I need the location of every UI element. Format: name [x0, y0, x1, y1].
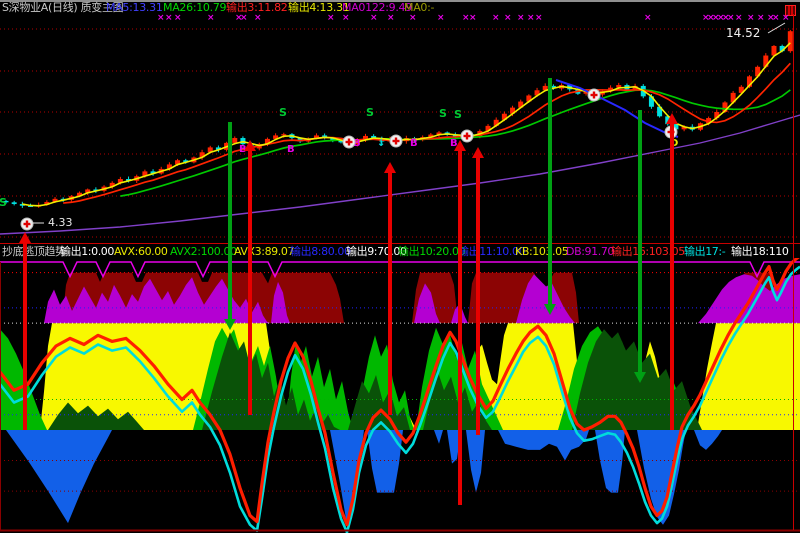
title-ma26: MA26:10.79	[163, 1, 227, 14]
top-cross-mark: ×	[469, 14, 477, 23]
main-candlestick-chart[interactable]: × × × × ×× × × × × × × × × × × × × × × × ×××××× × × × ×× ×SS S S SB B…	[0, 14, 800, 243]
top-cross-mark: ×	[409, 14, 417, 23]
title-ma0: MA0:-	[404, 1, 435, 14]
blue-down-spike-area	[6, 430, 112, 524]
buy-signal-letter: B	[287, 144, 295, 155]
ind-out1: 输出1:0.00	[60, 245, 114, 258]
high-price-label: 14.52	[726, 26, 760, 40]
top-cross-mark: ×	[437, 14, 445, 23]
top-cross-mark: ×	[207, 14, 215, 23]
top-cross-mark: ×	[370, 14, 378, 23]
ind-out17: 输出17:-	[684, 245, 726, 258]
top-cross-mark: ×	[757, 14, 765, 23]
cyan-down-mark: ↓	[377, 138, 385, 149]
d-signal-letter: D	[670, 138, 678, 149]
medic-circle-marker	[20, 217, 34, 231]
top-cross-mark: ×	[157, 14, 165, 23]
top-cross-mark: ×	[492, 14, 500, 23]
top-cross-mark: ×	[342, 14, 350, 23]
sell-signal-letter: S	[279, 106, 287, 119]
top-cross-mark: ×	[254, 14, 262, 23]
buy-signal-letter: B	[239, 144, 247, 155]
top-cross-mark: ×	[240, 14, 248, 23]
top-cross-mark: ×	[527, 14, 535, 23]
sell-signal-letter: S	[0, 196, 7, 209]
lower-indicator-panel[interactable]	[0, 258, 800, 533]
medic-circle-marker	[587, 88, 601, 102]
ind-out18: 输出18:110	[731, 245, 789, 258]
top-cross-mark: ×	[735, 14, 743, 23]
ind-db: DB:91.70	[566, 245, 615, 258]
top-cross-mark: ×	[782, 14, 790, 23]
high-callout-line	[767, 22, 786, 34]
title-out3: 输出3:11.82	[226, 1, 288, 14]
medic-circle-marker	[389, 134, 403, 148]
top-cross-mark: ×	[165, 14, 173, 23]
long-ma-line	[0, 114, 800, 235]
top-cross-mark: ×	[772, 14, 780, 23]
signal-markers: × × × × ×× × × × × × × × × × × × × × × × ×××××× × × × ×× ×SS S S SB B…	[0, 14, 790, 231]
main-grid	[0, 28, 800, 238]
medic-circle-marker	[460, 129, 474, 143]
ind-avx3: AVX3:89.07	[234, 245, 295, 258]
blue-down-spike-area	[367, 430, 403, 493]
chart-title-bar: S深物业A(日线) 质变主图 MA5:13.31 MA26:10.79 输出3:…	[0, 1, 800, 16]
title-ma5: MA5:13.31	[106, 1, 163, 14]
top-cross-mark: ×	[504, 14, 512, 23]
top-cross-mark: ×	[517, 14, 525, 23]
top-cross-mark: ×	[535, 14, 543, 23]
ind-out10: 输出10:20.00	[398, 245, 466, 258]
top-cross-mark: ×	[747, 14, 755, 23]
sell-signal-letter: S	[454, 108, 462, 121]
blue-down-spike-area	[498, 430, 589, 461]
blue-down-spike-area	[434, 430, 443, 444]
top-cross-mark: ×	[327, 14, 335, 23]
ind-name: 抄底逃顶趋势	[2, 245, 66, 258]
ind-avx: AVX:60.00	[114, 245, 168, 258]
title-out4: 输出4:13.31	[288, 1, 350, 14]
top-cross-mark: ×	[174, 14, 182, 23]
blue-down-spike-area	[595, 430, 625, 493]
ind-out8: 输出8:80.00	[290, 245, 351, 258]
low-price-label: 4.33	[48, 216, 73, 229]
ind-out16: 输出16:103.05	[611, 245, 685, 258]
medic-circle-marker	[342, 135, 356, 149]
trading-app-window: S深物业A(日线) 质变主图 MA5:13.31 MA26:10.79 输出3:…	[0, 0, 800, 533]
title-ma0122: MA0122:9.49	[342, 1, 412, 14]
blue-down-spike-area	[447, 430, 461, 464]
blue-down-spike-area	[466, 430, 485, 493]
blue-down-spike-area	[694, 430, 722, 450]
ind-avx2: AVX2:100.00	[170, 245, 237, 258]
candles-layer	[3, 29, 793, 208]
indicator-label-bar: 抄底逃顶趋势 输出1:0.00 AVX:60.00 AVX2:100.00 AV…	[0, 243, 800, 258]
top-cross-mark: ×	[644, 14, 652, 23]
top-cross-mark: ×	[727, 14, 735, 23]
medic-circle-marker	[664, 125, 678, 139]
sell-signal-letter: S	[366, 106, 374, 119]
buy-signal-letter: B	[450, 138, 458, 149]
buy-signal-letter: B	[410, 138, 418, 149]
top-cross-mark: ×	[387, 14, 395, 23]
sell-signal-letter: S	[439, 107, 447, 120]
ind-kb: KB:103.05	[515, 245, 569, 258]
